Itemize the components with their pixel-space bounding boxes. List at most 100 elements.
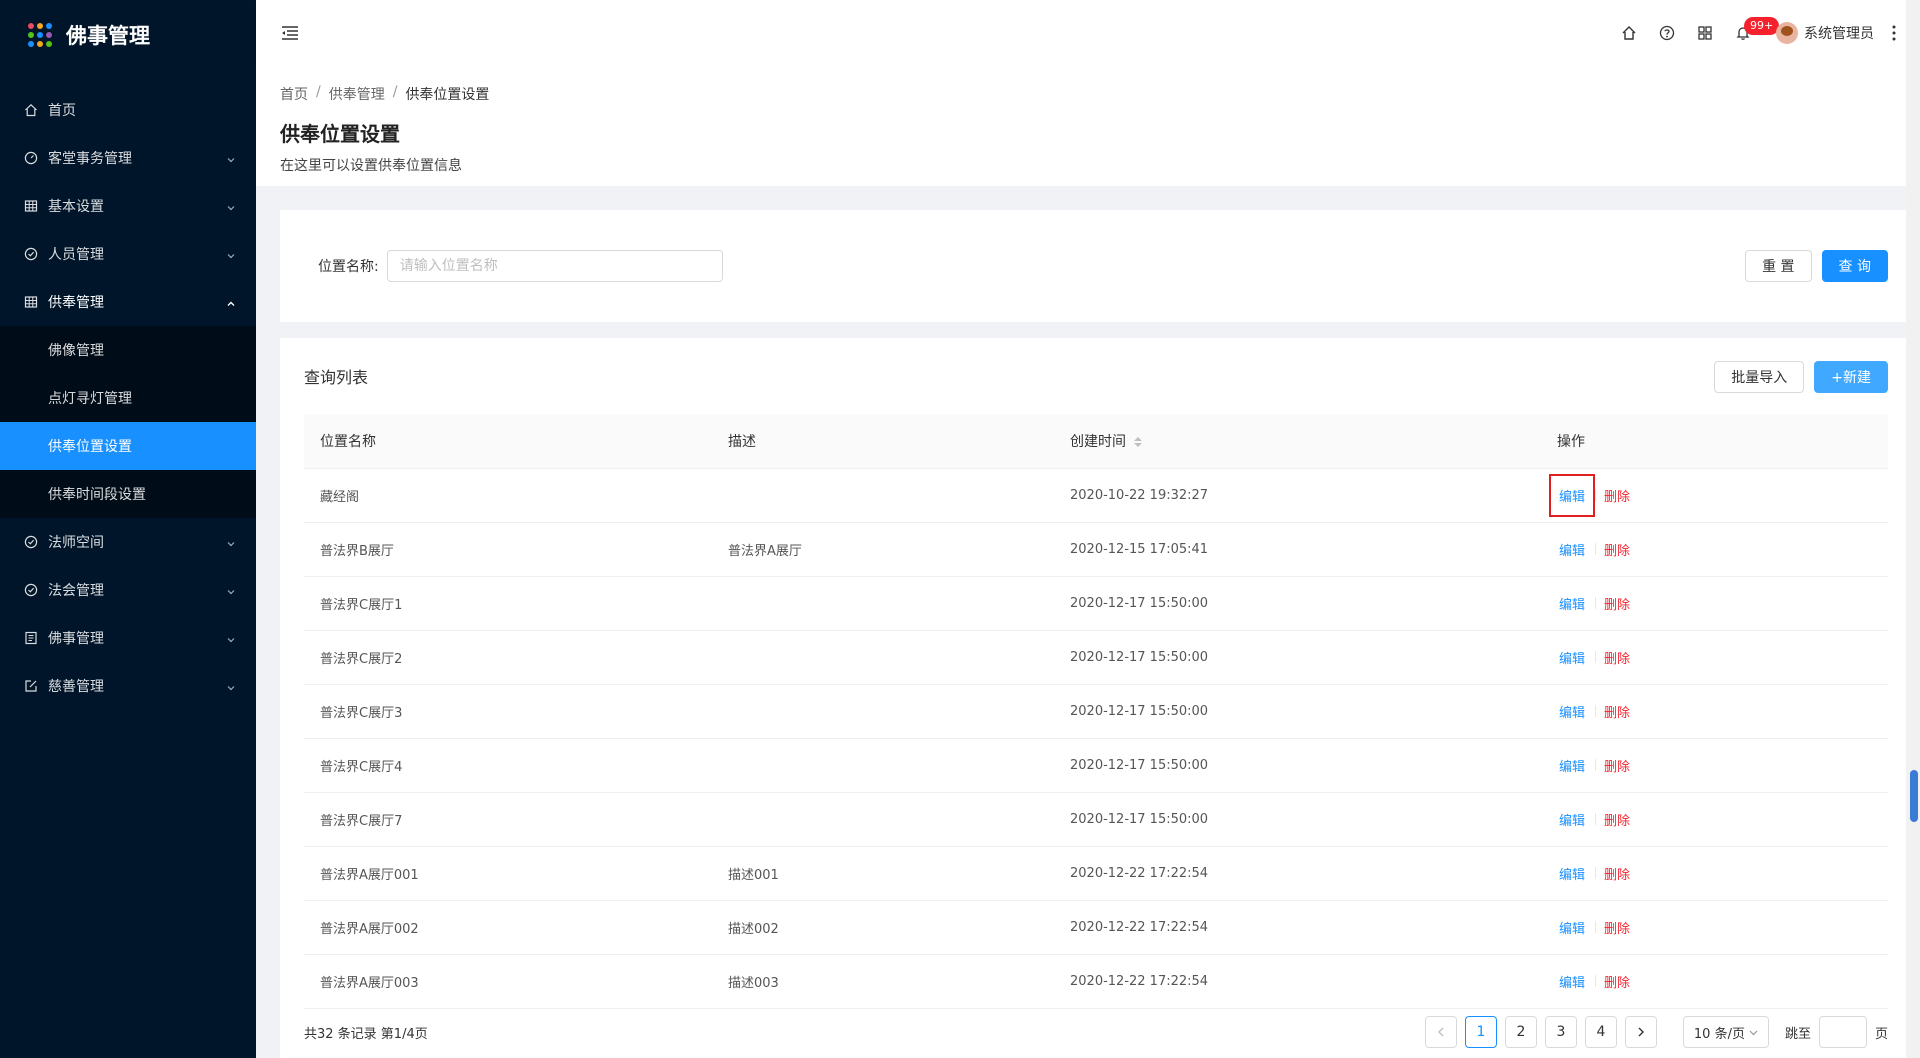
sidebar-item-5[interactable]: 法师空间	[0, 518, 256, 566]
table-row: 普法界B展厅 普法界A展厅 2020-12-15 17:05:41 编辑 删除	[304, 522, 1888, 577]
page-size-value: 10 条/页	[1693, 1026, 1745, 1042]
notification-bell-icon[interactable]: 99+	[1724, 13, 1780, 53]
cell-actions: 编辑 删除	[1541, 576, 1888, 631]
list-title: 查询列表	[304, 368, 369, 387]
sort-icon[interactable]	[1134, 436, 1142, 447]
sidebar-item-3[interactable]: 人员管理	[0, 230, 256, 278]
page-button-1[interactable]: 1	[1464, 1016, 1497, 1048]
cell-location-name: 普法界C展厅2	[304, 630, 712, 685]
prev-page-button[interactable]	[1424, 1016, 1457, 1048]
sidebar-item-2[interactable]: 基本设置	[0, 182, 256, 230]
page-button-4[interactable]: 4	[1584, 1016, 1617, 1048]
action-divider	[1595, 651, 1597, 663]
cell-created-time: 2020-10-22 19:32:27	[1054, 468, 1541, 523]
delete-link[interactable]: 删除	[1604, 864, 1630, 883]
next-page-button[interactable]	[1624, 1016, 1657, 1048]
cell-created-time: 2020-12-15 17:05:41	[1054, 522, 1541, 577]
sidebar-subitem-1[interactable]: 点灯寻灯管理	[0, 374, 256, 422]
breadcrumb-offering-management[interactable]: 供奉管理	[329, 84, 385, 104]
breadcrumb-home[interactable]: 首页	[280, 84, 308, 104]
breadcrumb-separator: /	[316, 84, 321, 100]
user-menu[interactable]: 系统管理员	[1776, 22, 1874, 44]
edit-link[interactable]: 编辑	[1557, 753, 1587, 778]
action-divider	[1595, 543, 1597, 555]
sidebar-item-6[interactable]: 法会管理	[0, 566, 256, 614]
edit-link[interactable]: 编辑	[1557, 969, 1587, 994]
chevron-down-icon	[226, 249, 236, 259]
chevron-left-icon	[1437, 1027, 1444, 1037]
more-vertical-icon[interactable]	[1882, 13, 1906, 53]
avatar	[1776, 22, 1798, 44]
sidebar-item-7[interactable]: 佛事管理	[0, 614, 256, 662]
page-button-3[interactable]: 3	[1544, 1016, 1577, 1048]
edit-link[interactable]: 编辑	[1557, 645, 1587, 670]
chevron-up-icon	[226, 297, 236, 307]
table-row: 普法界C展厅3 2020-12-17 15:50:00 编辑 删除	[304, 684, 1888, 739]
sidebar-item-8[interactable]: 慈善管理	[0, 662, 256, 710]
sidebar-item-label: 佛事管理	[48, 631, 104, 647]
cell-actions: 编辑 删除	[1541, 954, 1888, 1009]
delete-link[interactable]: 删除	[1604, 702, 1630, 721]
batch-import-button[interactable]: 批量导入	[1714, 361, 1805, 393]
breadcrumb: 首页 / 供奉管理 / 供奉位置设置	[280, 84, 1888, 104]
delete-link[interactable]: 删除	[1604, 648, 1630, 667]
delete-link[interactable]: 删除	[1604, 486, 1630, 505]
app-logo[interactable]: 佛事管理	[0, 0, 256, 70]
pagination-bar: 共32 条记录 第1/4页 1234 10 条/页 跳至 页	[304, 1014, 1888, 1050]
new-button[interactable]: +新建	[1814, 361, 1888, 393]
query-button[interactable]: 查 询	[1821, 250, 1888, 282]
page-scrollbar[interactable]	[1906, 0, 1920, 1058]
edit-link[interactable]: 编辑	[1557, 699, 1587, 724]
sidebar-menu: 首页客堂事务管理基本设置 人员管理供奉管理佛像管理 点灯寻灯管理 供奉位置设置 供奉时间…	[0, 86, 256, 710]
help-icon[interactable]	[1648, 13, 1686, 53]
edit-link[interactable]: 编辑	[1557, 807, 1587, 832]
delete-link[interactable]: 删除	[1604, 756, 1630, 775]
edit-link[interactable]: 编辑	[1548, 473, 1596, 517]
chevron-right-icon	[1638, 1027, 1644, 1037]
apps-grid-icon	[28, 23, 52, 47]
page-size-select[interactable]: 10 条/页	[1682, 1016, 1769, 1048]
location-name-input[interactable]	[386, 250, 723, 282]
delete-link[interactable]: 删除	[1604, 972, 1630, 991]
sidebar-subitem-2[interactable]: 供奉位置设置	[0, 422, 256, 470]
table-row: 普法界A展厅002 描述002 2020-12-22 17:22:54 编辑 删除	[304, 900, 1888, 955]
column-header-created-time[interactable]: 创建时间	[1054, 414, 1541, 469]
delete-link[interactable]: 删除	[1604, 540, 1630, 559]
scrollbar-thumb[interactable]	[1910, 770, 1918, 822]
location-name-label: 位置名称:	[318, 259, 379, 275]
chevron-down-icon	[226, 537, 236, 547]
action-divider	[1595, 813, 1597, 825]
delete-link[interactable]: 删除	[1604, 810, 1630, 829]
table-row: 普法界A展厅003 描述003 2020-12-22 17:22:54 编辑 删除	[304, 954, 1888, 1009]
edit-link[interactable]: 编辑	[1557, 861, 1587, 886]
page-button-2[interactable]: 2	[1504, 1016, 1537, 1048]
user-name: 系统管理员	[1804, 26, 1874, 42]
cell-created-time: 2020-12-17 15:50:00	[1054, 684, 1541, 739]
menu-fold-icon[interactable]	[280, 23, 300, 43]
edit-link[interactable]: 编辑	[1557, 915, 1587, 940]
sidebar-subitem-0[interactable]: 佛像管理	[0, 326, 256, 374]
reset-button[interactable]: 重 置	[1745, 250, 1812, 282]
home-icon[interactable]	[1610, 13, 1648, 53]
sidebar-subitem-3[interactable]: 供奉时间段设置	[0, 470, 256, 518]
jump-to-label: 跳至	[1784, 1026, 1811, 1042]
sidebar-item-0[interactable]: 首页	[0, 86, 256, 134]
jump-to-input[interactable]	[1818, 1016, 1867, 1048]
edit-link[interactable]: 编辑	[1557, 537, 1587, 562]
cell-location-name: 普法界A展厅003	[304, 954, 712, 1009]
cell-location-name: 藏经阁	[304, 468, 712, 523]
edit-icon	[24, 679, 38, 693]
delete-link[interactable]: 删除	[1604, 918, 1630, 937]
sidebar-item-label: 法会管理	[48, 583, 104, 599]
location-table: 位置名称 描述 创建时间 操作 藏经阁 2020-10-22 19:32:27 编辑…	[304, 414, 1888, 1009]
layout-grid-icon[interactable]	[1686, 13, 1724, 53]
sidebar-item-label: 供奉管理	[48, 295, 104, 311]
sidebar-item-4[interactable]: 供奉管理	[0, 278, 256, 326]
edit-link[interactable]: 编辑	[1557, 591, 1587, 616]
delete-link[interactable]: 删除	[1604, 594, 1630, 613]
sidebar-item-label: 客堂事务管理	[48, 151, 132, 167]
table-row: 普法界C展厅1 2020-12-17 15:50:00 编辑 删除	[304, 576, 1888, 631]
cell-description: 普法界A展厅	[712, 522, 1054, 577]
cell-location-name: 普法界C展厅3	[304, 684, 712, 739]
sidebar-item-1[interactable]: 客堂事务管理	[0, 134, 256, 182]
